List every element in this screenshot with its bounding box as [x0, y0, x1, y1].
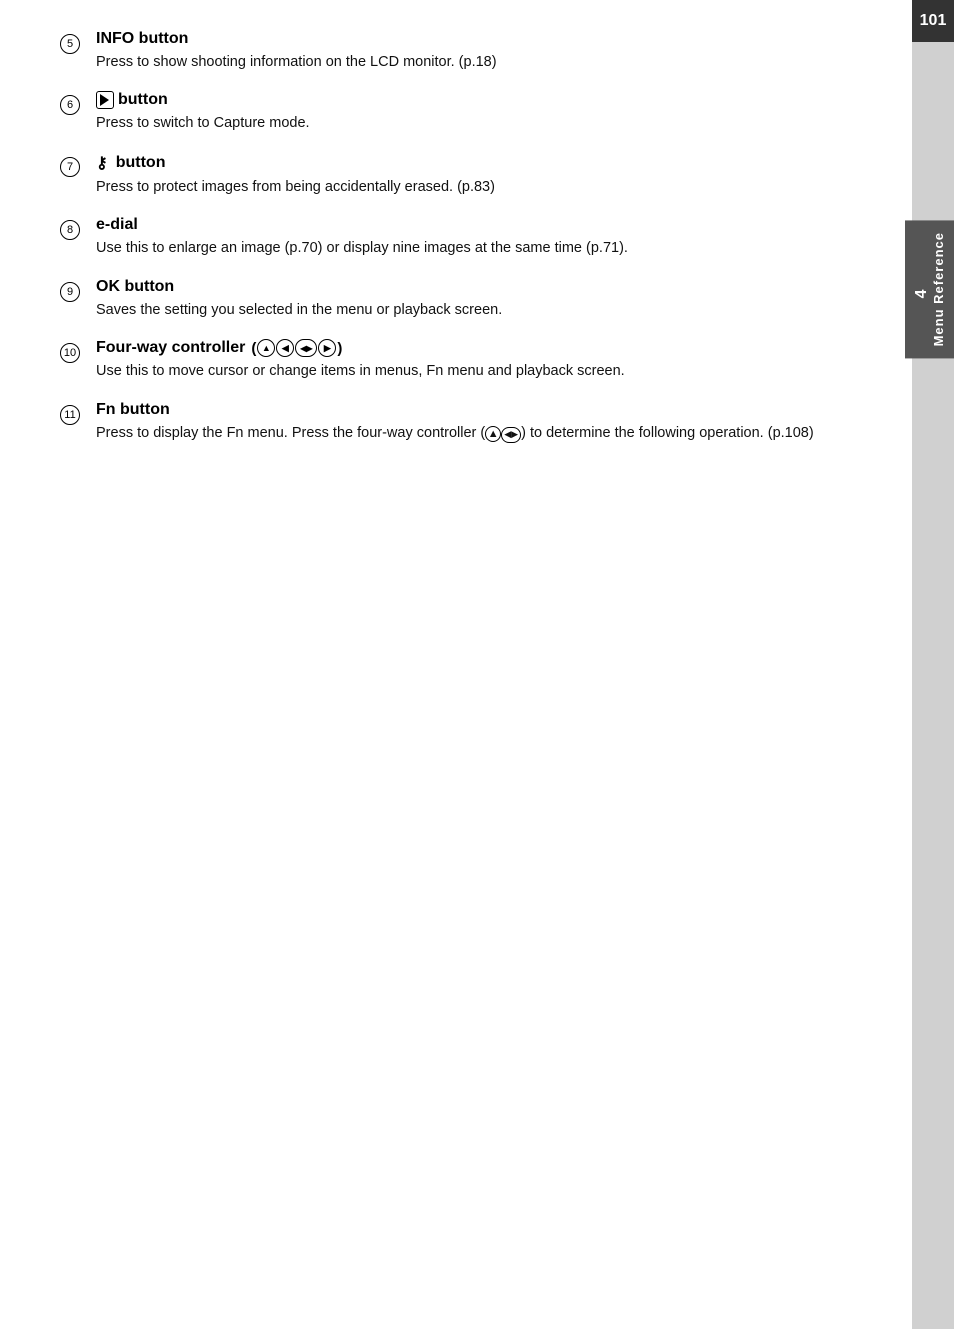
fourway-icons: (▲◀◀▶▶)	[251, 339, 342, 357]
section-desc-9: Saves the setting you selected in the me…	[96, 299, 872, 321]
title-text-6: button	[118, 91, 168, 109]
section-title-11: Fn button	[96, 401, 872, 419]
section-title-6: button	[96, 91, 872, 109]
section-7: 7 ⚷ button Press to protect images from …	[60, 153, 872, 198]
section-number-11: 11	[60, 401, 96, 425]
section-6: 6 button Press to switch to Capture mode…	[60, 91, 872, 134]
page-number: 101	[912, 0, 954, 42]
section-number-6: 6	[60, 91, 96, 115]
arrow-up-icon: ▲	[257, 339, 275, 357]
section-body-8: e-dial Use this to enlarge an image (p.7…	[96, 216, 872, 259]
section-title-7: ⚷ button	[96, 153, 872, 173]
inline-arrow-up: ▲	[485, 426, 501, 442]
main-content: 5 INFO button Press to show shooting inf…	[0, 0, 912, 1329]
arrow-right-icon: ◀▶	[295, 339, 317, 357]
section-number-5: 5	[60, 30, 96, 54]
circle-9: 9	[60, 282, 80, 302]
section-body-7: ⚷ button Press to protect images from be…	[96, 153, 872, 198]
section-number-9: 9	[60, 278, 96, 302]
arrow-down-icon: ▶	[318, 339, 336, 357]
section-title-9: OK button	[96, 278, 872, 296]
key-icon: ⚷	[96, 153, 108, 173]
play-triangle-icon	[100, 94, 109, 106]
section-body-9: OK button Saves the setting you selected…	[96, 278, 872, 321]
section-desc-8: Use this to enlarge an image (p.70) or d…	[96, 237, 872, 259]
section-body-6: button Press to switch to Capture mode.	[96, 91, 872, 134]
title-text-5: INFO button	[96, 30, 188, 48]
sidebar-label: Menu Reference	[931, 232, 946, 346]
play-button-icon	[96, 91, 114, 109]
section-9: 9 OK button Saves the setting you select…	[60, 278, 872, 321]
section-5: 5 INFO button Press to show shooting inf…	[60, 30, 872, 73]
section-body-5: INFO button Press to show shooting infor…	[96, 30, 872, 73]
section-body-11: Fn button Press to display the Fn menu. …	[96, 401, 872, 444]
circle-10: 10	[60, 343, 80, 363]
section-11: 11 Fn button Press to display the Fn men…	[60, 401, 872, 444]
circle-7: 7	[60, 157, 80, 177]
circle-11: 11	[60, 405, 80, 425]
circle-5: 5	[60, 34, 80, 54]
section-number-10: 10	[60, 339, 96, 363]
section-title-5: INFO button	[96, 30, 872, 48]
sidebar: 101 4 Menu Reference	[912, 0, 954, 1329]
section-desc-5: Press to show shooting information on th…	[96, 51, 872, 73]
section-desc-6: Press to switch to Capture mode.	[96, 112, 872, 134]
circle-8: 8	[60, 220, 80, 240]
section-desc-7: Press to protect images from being accid…	[96, 176, 872, 198]
title-text-10: Four-way controller	[96, 339, 245, 357]
section-title-8: e-dial	[96, 216, 872, 234]
arrow-left-icon: ◀	[276, 339, 294, 357]
title-text-11: Fn button	[96, 401, 170, 419]
title-text-9: OK button	[96, 278, 174, 296]
section-desc-10: Use this to move cursor or change items …	[96, 360, 872, 382]
circle-6: 6	[60, 95, 80, 115]
section-number-8: 8	[60, 216, 96, 240]
section-title-10: Four-way controller (▲◀◀▶▶)	[96, 339, 872, 357]
section-number-7: 7	[60, 153, 96, 177]
title-text-7: button	[116, 154, 166, 172]
sidebar-tab-number: 4	[913, 240, 931, 346]
section-10: 10 Four-way controller (▲◀◀▶▶) Use this …	[60, 339, 872, 382]
inline-arrows-lr: ◀▶	[501, 427, 521, 443]
title-text-8: e-dial	[96, 216, 138, 234]
section-8: 8 e-dial Use this to enlarge an image (p…	[60, 216, 872, 259]
section-desc-11: Press to display the Fn menu. Press the …	[96, 422, 872, 444]
sidebar-tab: 4 Menu Reference	[905, 220, 954, 358]
section-body-10: Four-way controller (▲◀◀▶▶) Use this to …	[96, 339, 872, 382]
